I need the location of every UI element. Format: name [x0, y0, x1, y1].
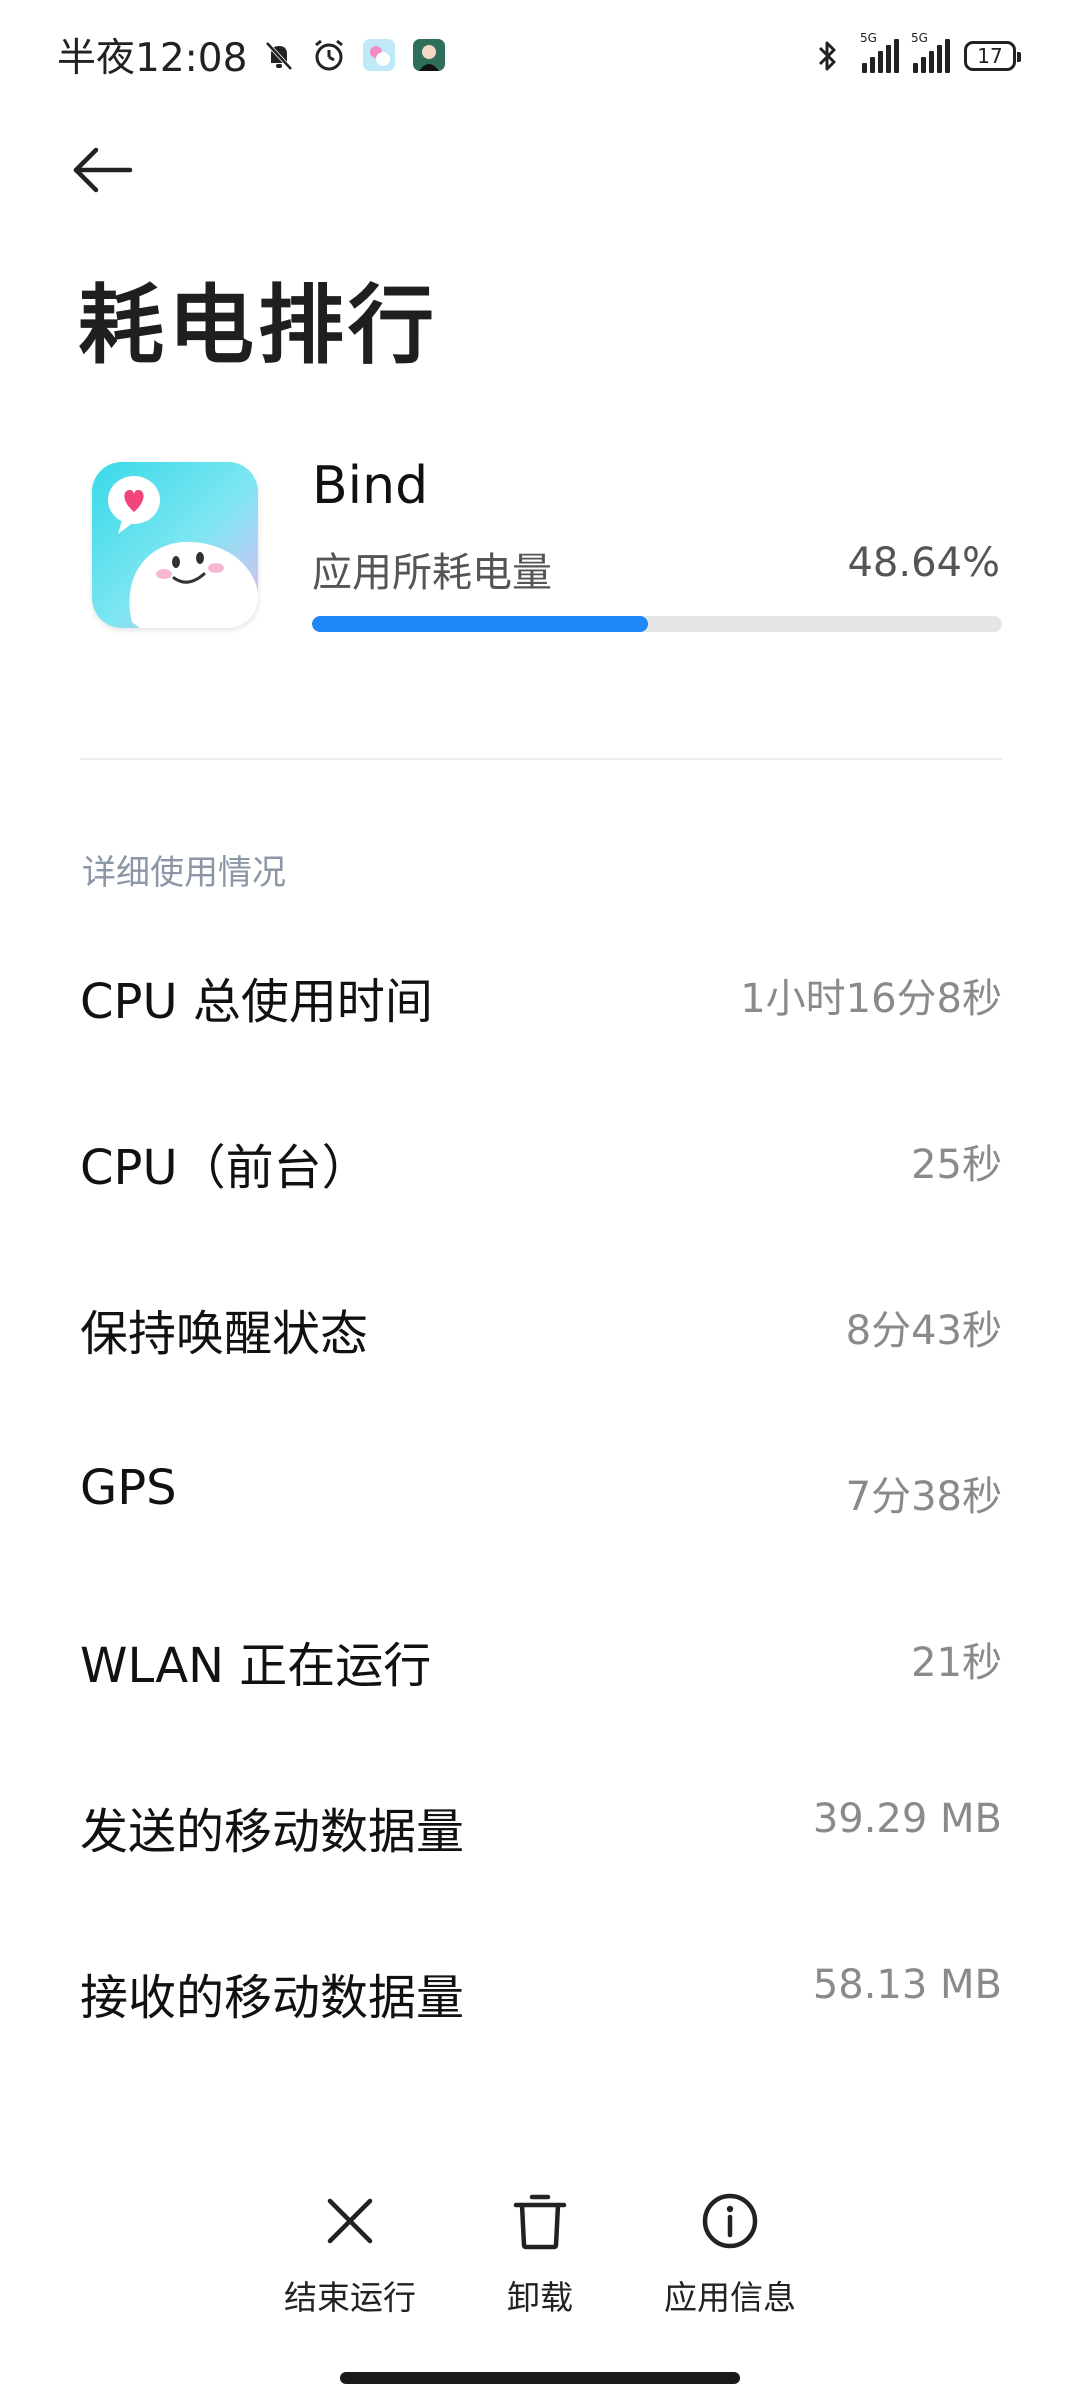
trash-icon	[513, 2194, 567, 2250]
detail-label: GPS	[80, 1460, 177, 1516]
notification-avatar-icon	[411, 37, 447, 73]
detail-value: 58.13 MB	[812, 1962, 1002, 2008]
cellular-signal-1-icon: 5G	[860, 31, 899, 73]
detail-value: 25秒	[911, 1142, 1002, 1188]
mute-bell-icon	[261, 37, 297, 73]
info-icon	[702, 2193, 758, 2249]
battery-level: 17	[977, 44, 1003, 68]
page-title: 耗电排行	[78, 276, 438, 376]
network-type-1: 5G	[860, 31, 877, 45]
cellular-signal-2-icon: 5G	[911, 31, 950, 73]
uninstall-button[interactable]: 卸载	[440, 2185, 640, 2319]
app-name: Bind	[312, 456, 429, 516]
detail-value: 1小时16分8秒	[740, 976, 1002, 1022]
app-icon	[92, 462, 258, 628]
detail-label: CPU 总使用时间	[80, 974, 433, 1030]
back-button[interactable]	[70, 135, 150, 205]
detail-label: 接收的移动数据量	[80, 1970, 465, 2026]
status-right: 5G 5G 17	[812, 31, 1021, 78]
detail-label: WLAN 正在运行	[80, 1638, 432, 1694]
status-time: 半夜12:08	[57, 36, 248, 81]
battery-icon: 17	[964, 41, 1021, 71]
detail-row-wlan: WLAN 正在运行 21秒	[0, 1604, 1080, 1770]
app-info-label: 应用信息	[664, 2278, 796, 2317]
detail-row-mobile-data-sent: 发送的移动数据量 39.29 MB	[0, 1770, 1080, 1936]
detail-row-cpu-foreground: CPU（前台） 25秒	[0, 1106, 1080, 1272]
detail-value: 21秒	[911, 1640, 1002, 1686]
home-indicator[interactable]	[340, 2372, 740, 2384]
detail-label: 保持唤醒状态	[80, 1306, 369, 1362]
detail-value: 39.29 MB	[812, 1796, 1002, 1842]
bluetooth-icon	[812, 38, 848, 74]
alarm-clock-icon	[311, 37, 347, 73]
detail-list: CPU 总使用时间 1小时16分8秒 CPU（前台） 25秒 保持唤醒状态 8分…	[0, 940, 1080, 2102]
detail-row-cpu-total: CPU 总使用时间 1小时16分8秒	[0, 940, 1080, 1106]
uninstall-label: 卸载	[507, 2278, 573, 2317]
battery-usage-progress-bar	[312, 616, 1002, 632]
battery-usage-label: 应用所耗电量	[312, 550, 552, 596]
bottom-action-bar: 结束运行 卸载 应用信息	[0, 2185, 1080, 2325]
battery-usage-screen: 半夜12:08 5G 5G 17 耗电排行 Bind 应用所耗电量 48.64%…	[0, 0, 1080, 2400]
back-arrow-icon	[73, 147, 133, 193]
section-header-details: 详细使用情况	[82, 853, 286, 893]
network-type-2: 5G	[911, 31, 928, 45]
detail-value: 7分38秒	[845, 1474, 1002, 1520]
app-info-button[interactable]: 应用信息	[630, 2185, 830, 2319]
battery-usage-percent: 48.64%	[847, 540, 1000, 586]
detail-label: CPU（前台）	[80, 1140, 370, 1196]
status-left: 半夜12:08	[57, 30, 447, 81]
detail-row-mobile-data-received: 接收的移动数据量 58.13 MB	[0, 1936, 1080, 2102]
detail-row-keep-awake: 保持唤醒状态 8分43秒	[0, 1272, 1080, 1438]
notification-app-icon	[361, 37, 397, 73]
close-icon	[327, 2198, 373, 2244]
detail-label: 发送的移动数据量	[80, 1804, 465, 1860]
detail-value: 8分43秒	[845, 1308, 1002, 1354]
battery-usage-progress-fill	[312, 616, 648, 632]
divider	[80, 758, 1002, 760]
status-bar: 半夜12:08 5G 5G 17	[0, 0, 1080, 110]
detail-row-gps: GPS 7分38秒	[0, 1438, 1080, 1604]
force-stop-button[interactable]: 结束运行	[250, 2185, 450, 2319]
force-stop-label: 结束运行	[284, 2278, 416, 2317]
